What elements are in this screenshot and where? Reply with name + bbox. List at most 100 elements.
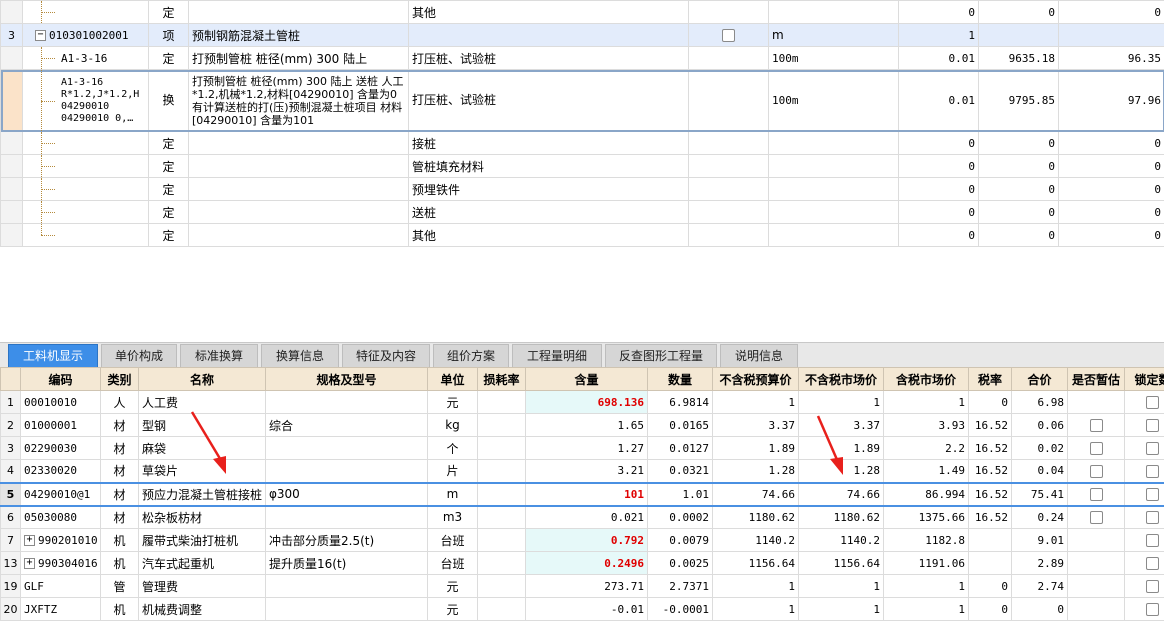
resource-row[interactable]: 13 +990304016 机汽车式起重机 提升质量16(t) 台班 0.2496 0.00… bbox=[0, 551, 1164, 575]
col-header[interactable]: 不含税预算价 bbox=[712, 367, 799, 391]
row-checkbox[interactable] bbox=[722, 29, 735, 42]
market-price-inc-tax: 1 bbox=[883, 574, 969, 598]
tab-labor-material-machine[interactable]: 工料机显示 bbox=[8, 344, 98, 368]
resource-spec: 提升质量16(t) bbox=[265, 551, 428, 575]
resource-category: 材 bbox=[100, 413, 139, 437]
row-number: 1 bbox=[0, 390, 21, 414]
resource-grid-header: 编码 类别 名称 规格及型号 单位 损耗率 含量 数量 不含税预算价 不含税市场… bbox=[0, 367, 1164, 391]
col-header[interactable]: 类别 bbox=[100, 367, 139, 391]
estimate-checkbox[interactable] bbox=[1089, 488, 1103, 501]
col-header[interactable]: 合价 bbox=[1011, 367, 1068, 391]
lock-checkbox[interactable] bbox=[1146, 442, 1159, 455]
tab-pricing-scheme[interactable]: 组价方案 bbox=[433, 344, 509, 368]
expand-icon[interactable]: + bbox=[24, 535, 35, 546]
quota-row[interactable]: A1-3-16 定 打预制管桩 桩径(mm) 300 陆上 打压桩、试验桩 10… bbox=[0, 46, 1164, 70]
quota-row[interactable]: 定 送桩 0 0 0 bbox=[0, 200, 1164, 224]
lock-checkbox[interactable] bbox=[1146, 396, 1159, 409]
lock-checkbox[interactable] bbox=[1146, 464, 1159, 478]
resource-content: 698.136 bbox=[525, 390, 648, 414]
resource-row[interactable]: 19 GLF 管管理费元 273.71 2.7371 1 1 1 0 2.74 bbox=[0, 574, 1164, 598]
col-header[interactable]: 含量 bbox=[525, 367, 648, 391]
row-number: 3 bbox=[0, 23, 23, 47]
lock-checkbox[interactable] bbox=[1146, 580, 1159, 593]
col-header[interactable] bbox=[0, 367, 21, 391]
quota-row[interactable]: 定 其他 0 0 0 bbox=[0, 223, 1164, 247]
lock-checkbox[interactable] bbox=[1146, 488, 1159, 501]
tab-quantity-detail[interactable]: 工程量明细 bbox=[512, 344, 602, 368]
market-price-ex-tax: 1 bbox=[798, 390, 884, 414]
is-estimate-cell bbox=[1067, 597, 1125, 621]
resource-quantity: 6.9814 bbox=[647, 390, 713, 414]
col-header[interactable]: 单位 bbox=[427, 367, 478, 391]
quota-row[interactable]: 定 其他 0 0 0 bbox=[0, 0, 1164, 24]
col-header[interactable]: 是否暂估 bbox=[1067, 367, 1125, 391]
resource-row[interactable]: 4 02330020 材草袋片片 3.21 0.0321 1.28 1.28 1.49 16.5… bbox=[0, 459, 1164, 483]
estimate-checkbox[interactable] bbox=[1089, 442, 1103, 455]
market-price-ex-tax: 1 bbox=[798, 597, 884, 621]
col-header[interactable]: 不含税市场价 bbox=[798, 367, 884, 391]
resource-row[interactable]: 20 JXFTZ 机机械费调整元 -0.01 -0.0001 1 1 1 0 0 bbox=[0, 597, 1164, 621]
row-number: 3 bbox=[0, 436, 21, 460]
resource-content: 1.27 bbox=[525, 436, 648, 460]
col-header[interactable]: 税率 bbox=[968, 367, 1012, 391]
resource-category: 材 bbox=[100, 505, 139, 529]
tab-reverse-graphic-quantity[interactable]: 反查图形工程量 bbox=[605, 344, 717, 368]
resource-row[interactable]: 2 01000001 材型钢 综合 kg 1.65 0.0165 3.37 3.37 3.93 16… bbox=[0, 413, 1164, 437]
resource-spec bbox=[265, 505, 428, 529]
market-price-ex-tax: 1140.2 bbox=[798, 528, 884, 552]
tax-rate: 16.52 bbox=[968, 436, 1012, 460]
row-number: 6 bbox=[0, 505, 21, 529]
lock-checkbox[interactable] bbox=[1146, 534, 1159, 547]
resource-row[interactable]: 1 00010010 人人工费元 698.136 6.9814 1 1 1 0 6.98 bbox=[0, 390, 1164, 414]
col-header[interactable]: 规格及型号 bbox=[265, 367, 428, 391]
lock-cell bbox=[1124, 574, 1164, 598]
row-number: 5 bbox=[0, 481, 21, 507]
resource-category: 材 bbox=[100, 459, 139, 483]
row-number: 20 bbox=[0, 597, 21, 621]
resource-row[interactable]: 3 02290030 材麻袋个 1.27 0.0127 1.89 1.89 2.2 16.52 0… bbox=[0, 436, 1164, 460]
total-price: 75.41 bbox=[1011, 481, 1068, 507]
col-header[interactable]: 数量 bbox=[647, 367, 713, 391]
budget-price-ex-tax: 1.28 bbox=[712, 459, 799, 483]
resource-content: 273.71 bbox=[525, 574, 648, 598]
col-header[interactable]: 含税市场价 bbox=[883, 367, 969, 391]
estimate-checkbox[interactable] bbox=[1089, 464, 1103, 478]
lock-cell bbox=[1124, 390, 1164, 414]
tab-unit-price-composition[interactable]: 单价构成 bbox=[101, 344, 177, 368]
quota-row[interactable]: 定 管桩填充材料 0 0 0 bbox=[0, 154, 1164, 178]
resource-spec bbox=[265, 574, 428, 598]
estimate-checkbox[interactable] bbox=[1089, 419, 1103, 432]
col-header[interactable]: 损耗率 bbox=[477, 367, 526, 391]
quota-row[interactable]: 定 接桩 0 0 0 bbox=[0, 131, 1164, 155]
resource-spec: φ300 bbox=[265, 481, 428, 507]
expand-icon[interactable]: + bbox=[24, 558, 35, 569]
tab-conversion-info[interactable]: 换算信息 bbox=[261, 344, 339, 368]
quota-row-selected[interactable]: 3 −010301002001 项 预制钢筋混凝土管桩 m 1 bbox=[0, 23, 1164, 47]
resource-name: 机械费调整 bbox=[138, 597, 266, 621]
estimate-checkbox[interactable] bbox=[1089, 511, 1103, 525]
market-price-ex-tax: 74.66 bbox=[798, 481, 884, 507]
quota-row[interactable]: 定 预埋铁件 0 0 0 bbox=[0, 177, 1164, 201]
col-header[interactable]: 名称 bbox=[138, 367, 266, 391]
market-price-ex-tax: 1 bbox=[798, 574, 884, 598]
resource-row[interactable]: 7 +990201010 机履带式柴油打桩机 冲击部分质量2.5(t) 台班 0.792 0… bbox=[0, 528, 1164, 552]
lock-checkbox[interactable] bbox=[1146, 511, 1159, 525]
resource-row[interactable]: 6 05030080 材松杂板枋材 m3 0.021 0.0002 1180.62 1180.… bbox=[0, 505, 1164, 529]
quota-row-converted[interactable]: A1-3-16 R*1.2,J*1.2,H 04290010 04290010 … bbox=[0, 69, 1164, 132]
budget-price-ex-tax: 1140.2 bbox=[712, 528, 799, 552]
row-number: 13 bbox=[0, 551, 21, 575]
resource-unit: kg bbox=[427, 413, 478, 437]
resource-row[interactable]: 5 04290010@1 材预应力混凝土管桩接桩 φ300 m 101 1.01 74.66 7… bbox=[0, 481, 1164, 507]
resource-unit: 台班 bbox=[427, 528, 478, 552]
resource-code: +990304016 bbox=[20, 551, 101, 575]
col-header[interactable]: 锁定数 bbox=[1124, 367, 1164, 391]
tab-features-content[interactable]: 特征及内容 bbox=[342, 344, 430, 368]
lock-checkbox[interactable] bbox=[1146, 557, 1159, 570]
col-header[interactable]: 编码 bbox=[20, 367, 101, 391]
lock-checkbox[interactable] bbox=[1146, 603, 1159, 616]
budget-price-ex-tax: 1 bbox=[712, 597, 799, 621]
collapse-icon[interactable]: − bbox=[35, 30, 46, 41]
lock-checkbox[interactable] bbox=[1146, 419, 1159, 432]
tab-description[interactable]: 说明信息 bbox=[720, 344, 798, 368]
tab-standard-conversion[interactable]: 标准换算 bbox=[180, 344, 258, 368]
